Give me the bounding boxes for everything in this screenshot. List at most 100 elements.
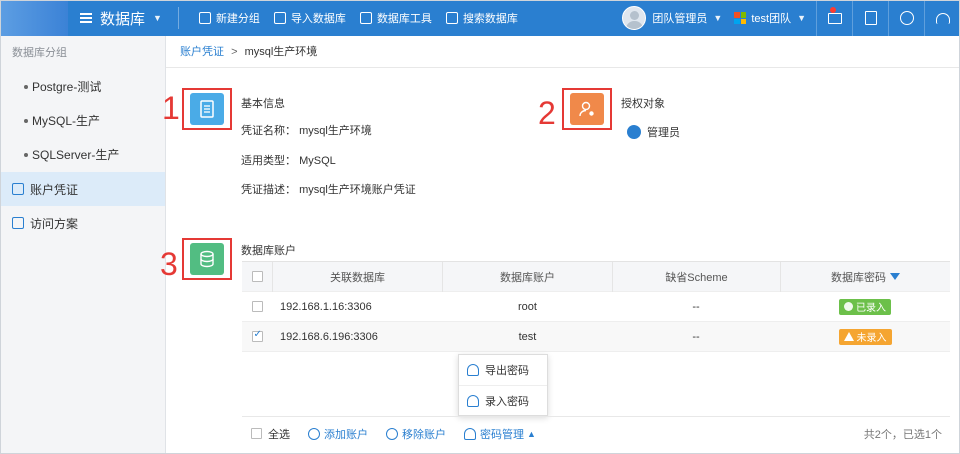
messages-button[interactable] — [816, 0, 852, 36]
chevron-down-icon[interactable]: ▼ — [713, 13, 722, 23]
menu-item-label: 导出密码 — [485, 365, 529, 377]
top-right-area: 团队管理员 ▼ test团队 ▼ — [622, 0, 960, 36]
select-all-footer-checkbox[interactable] — [251, 428, 262, 439]
basic-info-title: 基本信息 — [241, 98, 285, 110]
header-checkbox-cell[interactable] — [242, 262, 272, 292]
menu-item-label: 录入密码 — [485, 395, 529, 408]
credential-type-row: 适用类型： MySQL — [241, 152, 336, 168]
status-badge: 已录入 — [839, 298, 891, 315]
sidebar-group-sqlserver[interactable]: SQLServer-生产 — [0, 138, 165, 172]
annotation-highlight-3 — [182, 238, 232, 280]
top-bar: 数据库 ▼ 新建分组 导入数据库 数据库工具 搜索数据库 团队管理员 ▼ tes… — [0, 0, 960, 36]
annotation-highlight-2 — [562, 88, 612, 130]
credential-type-value: MySQL — [299, 155, 336, 167]
import-icon — [273, 12, 286, 24]
headset-icon — [935, 12, 950, 24]
x-circle-icon — [386, 427, 398, 440]
column-header-schema: 缺省Scheme — [612, 261, 780, 292]
search-database-label: 搜索数据库 — [462, 13, 518, 25]
column-header-password: 数据库密码 — [780, 261, 950, 292]
team-name[interactable]: test团队 — [751, 10, 791, 26]
menu-item-export-password[interactable]: 导出密码 — [459, 355, 547, 385]
gear-icon — [899, 11, 914, 25]
select-all-checkbox[interactable] — [251, 271, 263, 282]
tasks-button[interactable] — [852, 0, 888, 36]
lock-icon — [464, 427, 476, 440]
clipboard-icon — [12, 217, 24, 229]
row-account: test — [518, 330, 537, 343]
filter-icon[interactable] — [890, 273, 900, 280]
sidebar-item-credentials[interactable]: 账户凭证 — [0, 172, 165, 206]
row-password-status: 未录入 — [780, 322, 950, 352]
credential-name-label: 凭证名称： — [241, 125, 296, 137]
remove-account-button[interactable]: 移除账户 — [386, 426, 446, 442]
column-header-account: 数据库账户 — [442, 261, 612, 292]
sidebar-group-postgre[interactable]: Postgre-测试 — [0, 70, 165, 104]
user-gear-icon — [570, 93, 604, 125]
add-account-label: 添加账户 — [324, 428, 368, 441]
row-checkbox[interactable] — [251, 329, 263, 342]
password-management-button[interactable]: 密码管理 ▲ — [464, 426, 536, 442]
settings-button[interactable] — [888, 0, 924, 36]
clipboard-check-icon — [864, 11, 877, 25]
remove-account-label: 移除账户 — [402, 428, 446, 441]
import-database-button[interactable]: 导入数据库 — [273, 10, 346, 26]
add-account-button[interactable]: 添加账户 — [308, 426, 368, 442]
divider — [177, 7, 179, 29]
row-database: 192.168.6.196:3306 — [280, 330, 378, 343]
chevron-down-icon[interactable]: ▼ — [797, 13, 806, 23]
plus-circle-icon — [308, 427, 320, 440]
row-password-status: 已录入 — [780, 292, 950, 322]
credential-type-label: 适用类型： — [241, 155, 296, 167]
check-circle-icon — [844, 302, 853, 311]
avatar[interactable] — [622, 6, 647, 30]
selection-count: 共2个，已选1个 — [863, 428, 942, 441]
row-database: 192.168.1.16:3306 — [280, 300, 372, 313]
db-accounts-table: 关联数据库 数据库账户 缺省Scheme 数据库密码 192.168.1.16:… — [242, 261, 950, 352]
new-group-label: 新建分组 — [215, 13, 260, 25]
sidebar-item-label: 访问方案 — [30, 216, 79, 231]
db-accounts-title: 数据库账户 — [241, 245, 296, 257]
app-menu-toggle[interactable]: 数据库 ▼ — [68, 0, 170, 36]
sidebar-item-access-plan[interactable]: 访问方案 — [0, 206, 165, 240]
database-tools-button[interactable]: 数据库工具 — [359, 10, 432, 26]
row-checkbox[interactable] — [251, 301, 263, 312]
credential-name-row: 凭证名称： mysql生产环境 — [241, 122, 372, 138]
breadcrumb-parent-link[interactable]: 账户凭证 — [180, 46, 224, 58]
select-all-toggle[interactable]: 全选 — [251, 426, 290, 442]
app-title: 数据库 — [100, 10, 146, 28]
credential-desc-row: 凭证描述： mysql生产环境账户凭证 — [241, 181, 416, 197]
authorized-user[interactable]: 管理员 — [627, 124, 680, 140]
row-checkbox-cell[interactable] — [242, 322, 272, 352]
sidebar: 数据库分组 Postgre-测试 MySQL-生产 SQLServer-生产 账… — [0, 36, 166, 454]
support-button[interactable] — [924, 0, 960, 36]
sidebar-group-mysql[interactable]: MySQL-生产 — [0, 104, 165, 138]
credential-desc-value: mysql生产环境账户凭证 — [299, 184, 416, 196]
database-icon — [190, 243, 224, 275]
chevron-up-icon: ▲ — [527, 428, 536, 439]
annotation-marker-2: 2 — [538, 95, 556, 131]
annotation-marker-3: 3 — [160, 246, 178, 282]
search-database-icon — [445, 12, 458, 24]
new-group-button[interactable]: 新建分组 — [198, 10, 260, 26]
menu-item-enter-password[interactable]: 录入密码 — [459, 385, 547, 415]
database-tools-label: 数据库工具 — [376, 13, 432, 25]
search-database-button[interactable]: 搜索数据库 — [445, 10, 518, 26]
row-account: root — [518, 300, 537, 313]
folder-plus-icon — [198, 12, 211, 24]
select-all-label: 全选 — [268, 428, 290, 441]
table-row[interactable]: 192.168.1.16:3306 root -- 已录入 — [242, 292, 950, 322]
app-logo — [0, 0, 68, 36]
user-name[interactable]: 团队管理员 — [652, 10, 707, 26]
sidebar-item-label: 账户凭证 — [30, 182, 79, 197]
status-badge-label: 未录入 — [856, 333, 887, 344]
row-checkbox-cell[interactable] — [242, 292, 272, 322]
status-badge-label: 已录入 — [856, 303, 886, 314]
hamburger-icon — [80, 13, 92, 23]
annotation-highlight-1 — [182, 88, 232, 130]
warning-icon — [843, 332, 854, 341]
authorization-title: 授权对象 — [621, 98, 665, 110]
sidebar-header: 数据库分组 — [12, 47, 67, 59]
table-row[interactable]: 192.168.6.196:3306 test -- 未录入 — [242, 322, 950, 352]
credential-name-value: mysql生产环境 — [299, 125, 372, 137]
